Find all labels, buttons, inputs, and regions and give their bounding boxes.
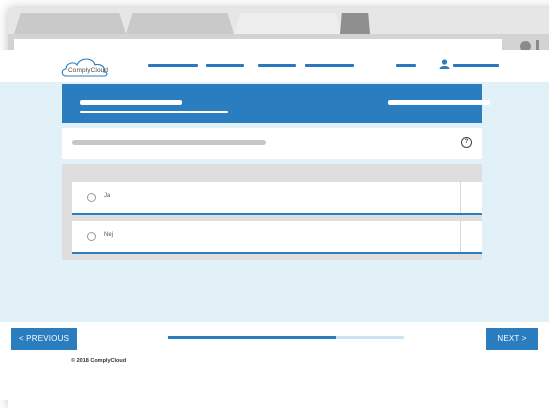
nav-link[interactable]	[396, 64, 416, 67]
tab-bar	[8, 8, 549, 34]
user-menu-link[interactable]	[453, 64, 499, 67]
browser-tab[interactable]	[126, 13, 234, 34]
progress-fill	[168, 336, 336, 339]
radio-button[interactable]	[87, 193, 96, 202]
option-ja[interactable]: Ja	[72, 182, 482, 215]
banner-subtitle	[80, 111, 228, 113]
nav-link[interactable]	[206, 64, 244, 67]
browser-tab-active[interactable]	[234, 13, 342, 34]
question-text	[72, 140, 266, 145]
site-header: ComplyCloud	[0, 50, 549, 82]
option-nej[interactable]: Nej	[72, 221, 482, 254]
new-tab-button[interactable]	[340, 13, 370, 34]
option-label: Nej	[104, 232, 114, 238]
answer-options: Ja Nej	[62, 164, 482, 260]
question-card: ?	[62, 128, 482, 159]
user-icon[interactable]	[439, 59, 450, 69]
previous-button[interactable]: < PREVIOUS	[11, 328, 77, 350]
page-banner	[62, 84, 490, 123]
next-button[interactable]: NEXT >	[486, 328, 538, 350]
option-label: Ja	[104, 193, 111, 199]
nav-link[interactable]	[148, 64, 198, 67]
nav-link[interactable]	[258, 64, 296, 67]
banner-title	[80, 100, 182, 105]
option-divider	[460, 182, 461, 213]
option-divider	[460, 221, 461, 252]
cloud-logo-icon[interactable]	[60, 54, 112, 78]
progress-bar	[168, 336, 404, 339]
logo-text[interactable]: ComplyCloud	[68, 67, 108, 74]
help-icon[interactable]: ?	[461, 137, 472, 148]
browser-tab[interactable]	[14, 13, 126, 34]
nav-link[interactable]	[305, 64, 354, 67]
radio-button[interactable]	[87, 232, 96, 241]
banner-right-text	[388, 100, 490, 105]
copyright-text: © 2018 ComplyCloud	[71, 358, 127, 364]
